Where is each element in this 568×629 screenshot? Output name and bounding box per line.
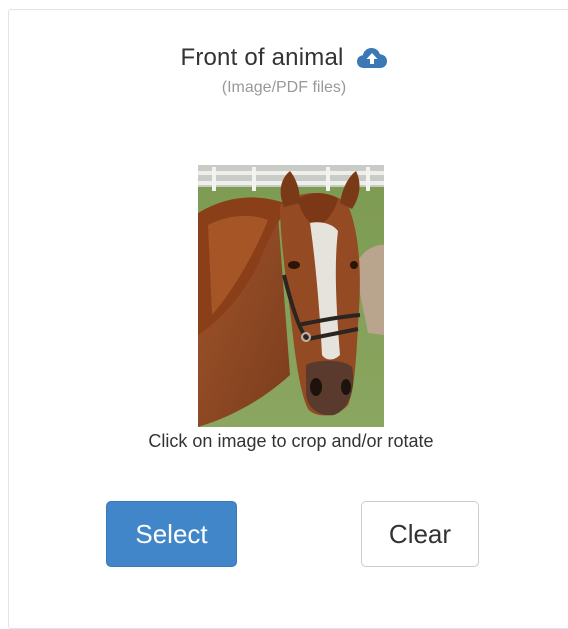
title-row: Front of animal [180,44,387,72]
upload-header: Front of animal (Image/PDF files) [0,44,568,97]
upload-title: Front of animal [180,44,344,71]
select-button[interactable]: Select [106,501,237,567]
crop-rotate-hint: Click on image to crop and/or rotate [148,431,434,451]
upload-subtitle: (Image/PDF files) [221,79,347,96]
animal-photo-preview[interactable] [198,165,384,427]
clear-button[interactable]: Clear [361,501,479,567]
cloud-upload-icon[interactable] [356,46,388,70]
